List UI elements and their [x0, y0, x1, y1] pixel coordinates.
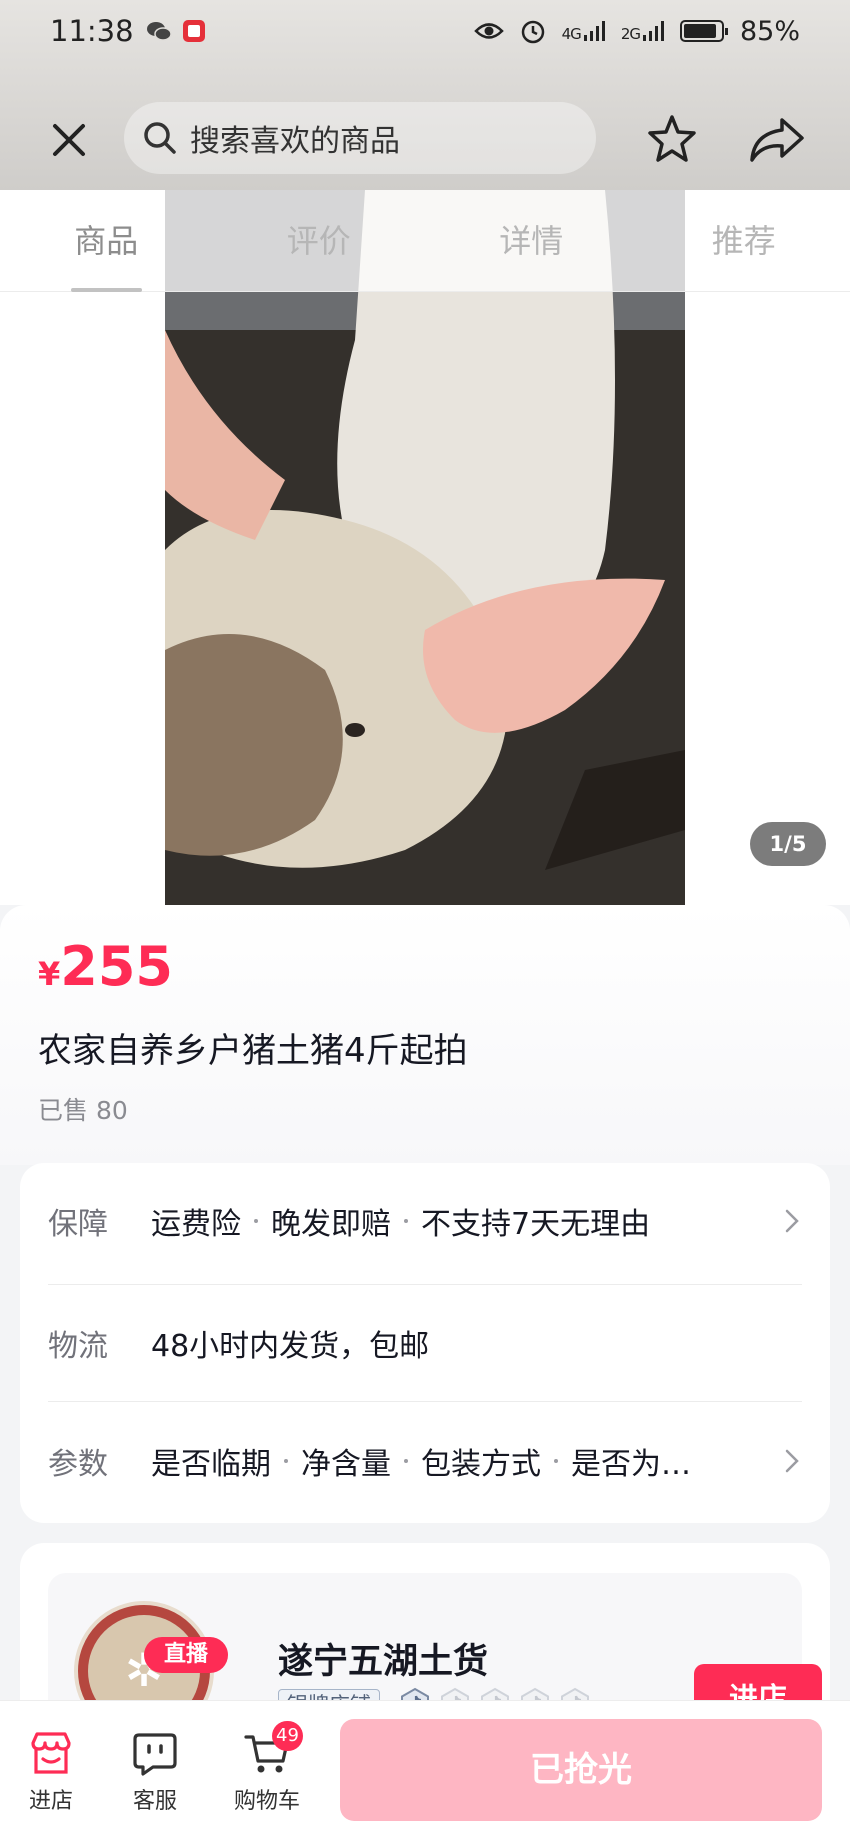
share-icon — [750, 118, 804, 162]
param-item: 净含量 — [301, 1447, 391, 1482]
image-counter: 1/5 — [750, 822, 826, 866]
cart-count-badge: 49 — [272, 1721, 303, 1751]
search-input[interactable]: 搜索喜欢的商品 — [124, 102, 596, 174]
status-time: 11:38 — [50, 14, 134, 48]
status-right: 4G 2G 85% — [473, 15, 800, 47]
product-detail-page: 1/5 11:38 4G 2G 85% 搜索喜欢的商品 商品 评价 详情 推荐 … — [0, 0, 850, 1842]
nav-row: 搜索喜欢的商品 — [0, 100, 850, 176]
tab-recommend[interactable]: 推荐 — [638, 190, 850, 292]
param-item: 是否临期 — [151, 1447, 271, 1482]
tab-reviews[interactable]: 评价 — [213, 190, 426, 292]
product-photo[interactable] — [165, 190, 685, 905]
sold-out-button[interactable]: 已抢光 — [340, 1719, 822, 1821]
params-row[interactable]: 参数 是否临期 净含量 包装方式 是否为… — [20, 1403, 830, 1519]
search-placeholder: 搜索喜欢的商品 — [190, 124, 400, 159]
customer-service-button[interactable]: 客服 — [110, 1729, 200, 1815]
separator-dot — [554, 1459, 558, 1463]
param-item: 包装方式 — [421, 1447, 541, 1482]
separator-dot — [254, 1219, 258, 1223]
bottom-action-bar: 进店 客服 49 购物车 已抢光 — [0, 1700, 850, 1842]
currency-symbol: ¥ — [38, 955, 61, 993]
favorite-button[interactable] — [645, 112, 699, 166]
shop-card: ✲ 直播 遂宁五湖土货 银牌店铺 — [20, 1543, 830, 1723]
store-nav-button[interactable]: 进店 — [6, 1729, 96, 1815]
separator-dot — [404, 1219, 408, 1223]
guarantee-item: 运费险 — [151, 1207, 241, 1242]
chevron-right-icon — [785, 1209, 799, 1233]
top-header: 11:38 4G 2G 85% 搜索喜欢的商品 — [0, 0, 850, 190]
divider — [48, 1401, 802, 1402]
signal-2g-icon: 2G — [621, 20, 664, 42]
sold-count: 已售 80 — [38, 1096, 128, 1125]
section-tabs: 商品 评价 详情 推荐 — [0, 190, 850, 292]
price-value: 255 — [60, 935, 173, 998]
star-icon — [648, 115, 696, 162]
logistics-value: 48小时内发货，包邮 — [151, 1329, 430, 1364]
logistics-row: 物流 48小时内发货，包邮 — [20, 1285, 830, 1401]
tab-goods[interactable]: 商品 — [0, 190, 213, 292]
product-title: 农家自养乡户猪土猪4斤起拍 — [38, 1031, 468, 1071]
product-info-card: ¥ 255 农家自养乡户猪土猪4斤起拍 已售 80 — [0, 905, 850, 1165]
status-bar: 11:38 4G 2G 85% — [0, 0, 850, 62]
live-badge: 直播 — [144, 1637, 228, 1673]
share-button[interactable] — [748, 112, 806, 166]
params-values: 是否临期 净含量 包装方式 是否为… — [151, 1439, 691, 1483]
guarantee-label: 保障 — [48, 1207, 108, 1242]
guarantee-values: 运费险 晚发即赔 不支持7天无理由 — [151, 1199, 650, 1243]
close-icon — [53, 124, 85, 156]
param-item: 是否为… — [571, 1447, 691, 1482]
service-card: 保障 运费险 晚发即赔 不支持7天无理由 物流 48小时内发货，包邮 参数 是否… — [20, 1163, 830, 1523]
guarantee-item: 晚发即赔 — [271, 1207, 391, 1242]
store-icon — [31, 1732, 71, 1774]
battery-icon — [679, 20, 728, 42]
logistics-label: 物流 — [48, 1329, 108, 1364]
cart-label: 购物车 — [233, 1789, 300, 1814]
search-icon — [144, 122, 176, 154]
store-nav-label: 进店 — [28, 1789, 73, 1814]
eye-icon — [473, 23, 504, 39]
wechat-icon — [146, 22, 172, 41]
signal-4g-icon: 4G — [562, 20, 605, 42]
price: ¥ 255 — [38, 935, 173, 998]
chat-icon — [133, 1733, 177, 1776]
separator-dot — [284, 1459, 288, 1463]
chevron-right-icon — [785, 1449, 799, 1473]
params-label: 参数 — [48, 1447, 108, 1482]
alarm-icon — [521, 20, 544, 44]
status-notification-icons — [146, 19, 206, 43]
shop-name: 遂宁五湖土货 — [278, 1642, 489, 1682]
guarantee-row[interactable]: 保障 运费险 晚发即赔 不支持7天无理由 — [20, 1163, 830, 1279]
battery-percent: 85% — [739, 15, 800, 47]
customer-service-label: 客服 — [132, 1789, 177, 1814]
pig-photo-illustration — [165, 190, 685, 905]
red-app-icon — [182, 20, 205, 42]
cart-button[interactable]: 49 购物车 — [222, 1721, 312, 1815]
separator-dot — [404, 1459, 408, 1463]
guarantee-item: 不支持7天无理由 — [421, 1207, 651, 1242]
close-button[interactable] — [45, 116, 93, 164]
tab-details[interactable]: 详情 — [425, 190, 638, 292]
